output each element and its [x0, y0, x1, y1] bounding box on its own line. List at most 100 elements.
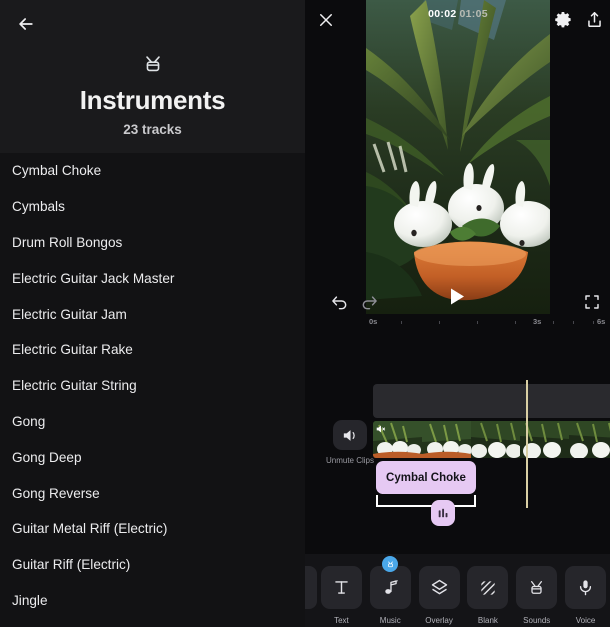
ruler-tick [553, 321, 554, 324]
toolbar-item-sounds[interactable]: Sounds [512, 554, 561, 625]
ruler-tick [439, 321, 440, 324]
track-list-item[interactable]: Gong Deep [0, 439, 305, 475]
track-list-item[interactable]: Cymbals [0, 189, 305, 225]
toolbar-icon-box [418, 566, 460, 609]
fullscreen-button[interactable] [579, 289, 605, 315]
track-list-item[interactable]: Gong [0, 404, 305, 440]
toolbar-item-overlay[interactable]: Overlay [415, 554, 464, 625]
hatch-square-icon [481, 580, 495, 595]
page-title: Instruments [79, 85, 226, 115]
track-list[interactable]: Cymbal Choke Cymbals Drum Roll Bongos Elect… [0, 153, 305, 627]
bottom-toolbar: Text Music Overlay Blank Sounds Voice [305, 554, 610, 627]
back-button[interactable] [8, 6, 44, 42]
audio-clip-label: Cymbal Choke [386, 471, 466, 484]
toolbar-label: Music [379, 616, 401, 625]
audio-clip-cymbal-choke[interactable]: Cymbal Choke [376, 461, 476, 494]
gear-icon [554, 11, 571, 27]
total-time: 01:05 [459, 8, 488, 20]
ruler-tick [477, 321, 478, 324]
toolbar-label: Text [334, 616, 349, 625]
editor-panel: 00:02 01:05 0s 3s 6s Unmute Clips Cymbal… [305, 0, 610, 627]
play-button[interactable] [445, 283, 471, 309]
toolbar-label: Voice [575, 616, 596, 625]
video-clip-track[interactable] [373, 421, 610, 458]
toolbar-icon-box [467, 566, 509, 609]
play-icon [451, 288, 464, 304]
track-list-item[interactable]: Electric Guitar Jam [0, 296, 305, 332]
redo-icon [362, 295, 377, 309]
music-active-badge [382, 556, 399, 572]
speaker-volume-icon [343, 429, 355, 441]
ruler-label: 6s [597, 317, 606, 326]
ruler-tick [401, 321, 402, 324]
track-list-item[interactable]: Drum Roll Bongos [0, 225, 305, 261]
fullscreen-icon [585, 295, 599, 309]
toolbar-item-music[interactable]: Music [366, 554, 415, 625]
close-icon [320, 14, 332, 26]
arrow-left-icon [19, 18, 33, 30]
toolbar-scroll-edge [305, 566, 317, 609]
speaker-mute-icon [376, 425, 386, 433]
equalizer-chip-button[interactable] [431, 500, 455, 526]
toolbar-icon-box [369, 566, 411, 609]
ruler-tick [515, 321, 516, 324]
drum-icon [387, 561, 393, 567]
track-list-item[interactable]: Guitar Riff (Electric) [0, 547, 305, 583]
unmute-clips-button[interactable]: Unmute Clips [319, 420, 381, 465]
toolbar-icon-box [516, 566, 558, 609]
video-thumbnail [422, 421, 471, 458]
share-button[interactable] [579, 4, 609, 34]
track-area: Cymbal Choke [373, 332, 610, 544]
undo-button[interactable] [325, 289, 353, 315]
track-list-item[interactable]: Electric Guitar Rake [0, 332, 305, 368]
video-thumbnail [569, 421, 610, 458]
video-thumbnail [471, 421, 520, 458]
toolbar-icon-box [565, 566, 607, 609]
panel-header: Instruments 23 tracks [0, 0, 305, 153]
video-frame-image [366, 0, 550, 314]
music-note-icon [385, 580, 398, 594]
undo-icon [331, 295, 346, 309]
toolbar-item-voice[interactable]: Voice [561, 554, 610, 625]
track-list-item[interactable]: Jingle [0, 583, 305, 619]
drum-icon [531, 580, 543, 594]
timeline-ruler[interactable]: 0s 3s 6s [305, 314, 610, 330]
ruler-tick [593, 321, 594, 324]
video-preview[interactable]: 00:02 01:05 [366, 0, 550, 314]
toolbar-label: Overlay [425, 616, 453, 625]
toolbar-label: Sounds [523, 616, 551, 625]
ruler-tick [573, 321, 574, 324]
microphone-icon [579, 580, 592, 596]
text-icon [335, 581, 348, 594]
instruments-panel: Instruments 23 tracks Cymbal Choke Cymbal… [0, 0, 305, 627]
blank-track-row[interactable] [373, 384, 610, 418]
track-list-item[interactable]: Gong Reverse [0, 475, 305, 511]
layers-icon [431, 579, 447, 595]
track-list-item[interactable]: Electric Guitar Jack Master [0, 260, 305, 296]
drum-icon [145, 56, 160, 72]
settings-button[interactable] [548, 4, 578, 34]
track-list-item[interactable]: Cymbal Choke [0, 153, 305, 189]
toolbar-item-blank[interactable]: Blank [463, 554, 512, 625]
timeline: Unmute Clips Cymbal Choke [305, 332, 610, 544]
equalizer-icon [438, 508, 448, 518]
track-list-item[interactable]: Guitar Metal Riff (Electric) [0, 511, 305, 547]
ruler-label: 0s [369, 317, 378, 326]
playhead[interactable] [526, 380, 528, 508]
toolbar-label: Blank [477, 616, 498, 625]
unmute-clips-label: Unmute Clips [325, 456, 374, 465]
redo-button[interactable] [355, 289, 383, 315]
toolbar-item-text[interactable]: Text [317, 554, 366, 625]
unmute-icon-box [333, 420, 367, 450]
share-upload-icon [587, 11, 601, 27]
selection-bracket [376, 505, 476, 507]
track-list-item[interactable]: Electric Guitar String [0, 368, 305, 404]
close-button[interactable] [311, 5, 341, 35]
track-count: 23 tracks [123, 122, 182, 137]
current-time: 00:02 [428, 8, 457, 20]
toolbar-icon-box [320, 566, 362, 609]
panel-header-center: Instruments 23 tracks [0, 52, 305, 137]
video-editor-screen: Instruments 23 tracks Cymbal Choke Cymbal… [0, 0, 610, 627]
preview-timestamp: 00:02 01:05 [366, 8, 550, 20]
ruler-label: 3s [533, 317, 542, 326]
